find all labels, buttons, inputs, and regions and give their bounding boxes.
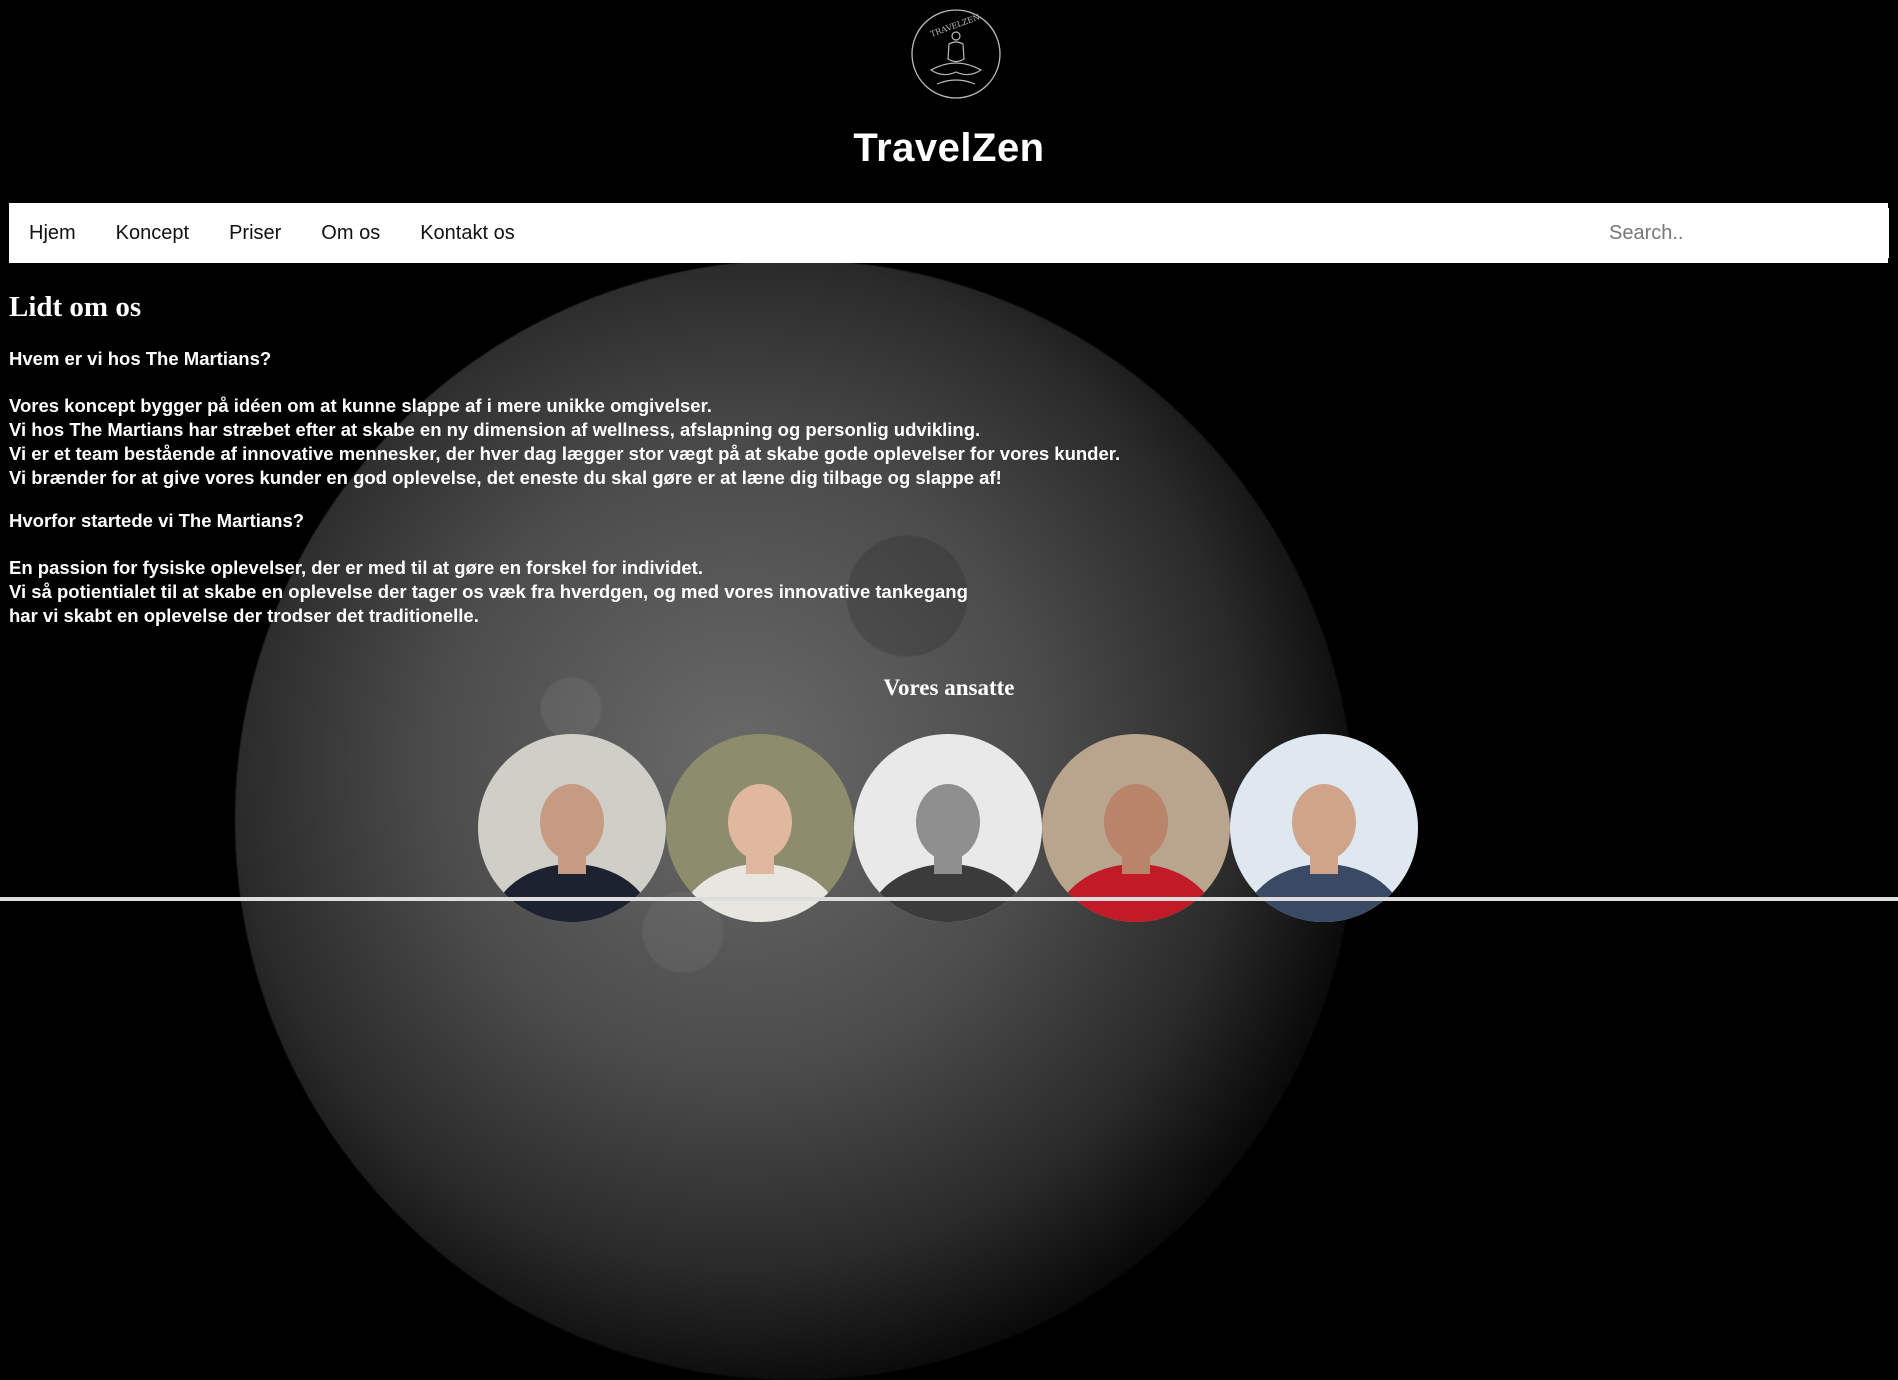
concept-paragraph: Vores koncept bygger på idéen om at kunn… bbox=[9, 394, 1309, 490]
staff-photo bbox=[1230, 734, 1418, 922]
paragraph-line: Vi er et team bestående af innovative me… bbox=[9, 443, 1121, 464]
staff-avatar bbox=[478, 734, 666, 922]
staff-avatar bbox=[666, 734, 854, 922]
nav-priser[interactable]: Priser bbox=[209, 222, 301, 245]
page-title: Lidt om os bbox=[9, 291, 142, 323]
paragraph-line: Vi så potientialet til at skabe en oplev… bbox=[9, 581, 968, 602]
paragraph-line: Vores koncept bygger på idéen om at kunn… bbox=[9, 395, 712, 416]
page-bottom-edge bbox=[0, 897, 1898, 901]
paragraph-line: har vi skabt en oplevelse der trodser de… bbox=[9, 605, 479, 626]
question-why: Hvorfor startede vi The Martians? bbox=[9, 510, 305, 531]
site-title: TravelZen bbox=[853, 126, 1045, 170]
passion-paragraph: En passion for fysiske oplevelser, der e… bbox=[9, 556, 1309, 628]
nav-kontakt-os[interactable]: Kontakt os bbox=[400, 222, 535, 245]
staff-gallery bbox=[478, 734, 1418, 922]
staff-avatar bbox=[1230, 734, 1418, 922]
staff-photo bbox=[854, 734, 1042, 922]
paragraph-line: Vi hos The Martians har stræbet efter at… bbox=[9, 419, 981, 440]
search-input[interactable] bbox=[1599, 208, 1889, 258]
question-who: Hvem er vi hos The Martians? bbox=[9, 348, 272, 369]
paragraph-line: En passion for fysiske oplevelser, der e… bbox=[9, 557, 703, 578]
logo-text: TRAVELZEN bbox=[929, 13, 981, 39]
staff-avatar bbox=[854, 734, 1042, 922]
paragraph-line: Vi brænder for at give vores kunder en g… bbox=[9, 467, 1002, 488]
travelzen-logo: TRAVELZEN bbox=[911, 9, 1001, 99]
staff-photo bbox=[478, 734, 666, 922]
nav-koncept[interactable]: Koncept bbox=[96, 222, 209, 245]
staff-photo bbox=[666, 734, 854, 922]
nav-hjem[interactable]: Hjem bbox=[9, 222, 96, 245]
nav-om-os[interactable]: Om os bbox=[301, 222, 400, 245]
about-section: Lidt om os Hvem er vi hos The Martians? … bbox=[9, 283, 1309, 648]
staff-heading: Vores ansatte bbox=[883, 675, 1015, 700]
staff-photo bbox=[1042, 734, 1230, 922]
staff-avatar bbox=[1042, 734, 1230, 922]
